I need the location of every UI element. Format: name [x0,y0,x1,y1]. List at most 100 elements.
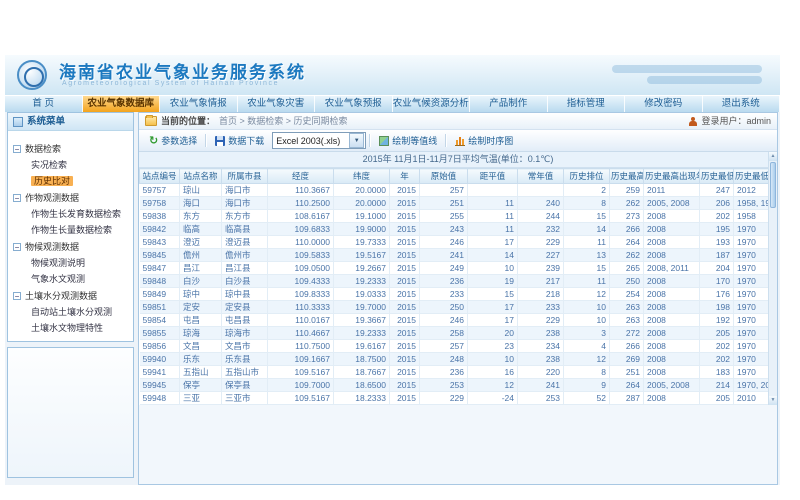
column-header[interactable]: 距平值 [468,169,518,184]
cell: 10 [564,301,610,314]
column-header[interactable]: 纬度 [334,169,390,184]
column-header[interactable]: 历史最低 [700,169,734,184]
table-row[interactable]: 59940乐东乐东县109.166718.7500201524810238122… [140,353,771,366]
nav-item-7[interactable]: 产品制作 [470,96,548,112]
collapse-icon[interactable]: − [13,292,21,300]
table-row[interactable]: 59845儋州儋州市109.583319.5167201524114227132… [140,249,771,262]
table-row[interactable]: 59945保亭保亭县109.700018.6500201525312241926… [140,379,771,392]
cell: 万宁 [180,405,222,406]
cell: 2008 [644,301,700,314]
cell: 233 [518,301,564,314]
column-header[interactable]: 常年值 [518,169,564,184]
cell: 263 [610,301,644,314]
nav-item-6[interactable]: 农业气候资源分析 [393,96,471,112]
download-format-select[interactable]: Excel 2003(.xls) ▼ [272,132,366,149]
cell: 1970 [734,340,771,353]
collapse-icon[interactable]: − [13,243,21,251]
tree-group[interactable]: −数据检索 [13,142,130,155]
cell: 万宁市 [222,405,268,406]
table-row[interactable]: 59848白沙白沙县109.433319.2333201523619217112… [140,275,771,288]
column-header[interactable]: 历史排位 [564,169,610,184]
cell: 257 [420,184,468,197]
scroll-down-icon[interactable]: ▼ [769,396,777,405]
table-row[interactable]: 59854屯昌屯昌县110.016719.3667201524617229102… [140,314,771,327]
table-row[interactable]: 59941五指山五指山市109.516718.76672015236162208… [140,366,771,379]
table-row[interactable]: 59856文昌文昌市110.750019.6167201525723234426… [140,340,771,353]
cell: 东方市 [222,210,268,223]
cell: 59849 [140,288,180,301]
tree-group[interactable]: −土壤水分观测数据 [13,289,130,302]
column-header[interactable]: 经度 [268,169,334,184]
cell: 12 [564,288,610,301]
tree-item[interactable]: 自动站土壤水分观测 [31,305,130,318]
cell: 59951 [140,405,180,406]
nav-item-8[interactable]: 指标管理 [548,96,626,112]
cell: 59843 [140,236,180,249]
tree-group[interactable]: −作物观测数据 [13,191,130,204]
column-header[interactable]: 历史最低出现年份 [734,169,771,184]
table-row[interactable]: 59855琼海琼海市110.466719.2333201525820238327… [140,327,771,340]
nav-item-9[interactable]: 修改密码 [625,96,703,112]
scrollbar-thumb[interactable] [770,162,776,208]
toolbar-separator [205,134,207,147]
column-header[interactable]: 历史最高出现年份 [644,169,700,184]
cell: 246 [420,314,468,327]
cell: 2008 [644,210,700,223]
cell: 18.7500 [334,353,390,366]
chevron-down-icon[interactable]: ▼ [349,133,364,148]
data-download-button[interactable]: 数据下载 [210,132,269,149]
table-row[interactable]: 59838东方东方市108.616719.1000201525511244152… [140,210,771,223]
collapse-icon[interactable]: − [13,194,21,202]
column-header[interactable]: 所属市县 [222,169,268,184]
cell: 259 [610,184,644,197]
table-row[interactable]: 59758海口海口市110.250020.0000201525111240826… [140,197,771,210]
table-row[interactable]: 59847昌江昌江县109.050019.2667201524910239152… [140,262,771,275]
scroll-up-icon[interactable]: ▲ [769,152,777,161]
cell: 59948 [140,392,180,405]
nav-item-10[interactable]: 退出系统 [703,96,781,112]
nav-item-5[interactable]: 农业气象预报 [315,96,393,112]
cell: 15 [564,262,610,275]
column-header[interactable]: 站点编号 [140,169,180,184]
column-header[interactable]: 历史最高 [610,169,644,184]
cell: 18.6500 [334,379,390,392]
table-row[interactable]: 59948三亚三亚市109.516718.23332015229-2425352… [140,392,771,405]
cell: 17 [468,301,518,314]
column-header[interactable]: 年 [390,169,420,184]
draw-contour-button[interactable]: 绘制等值线 [374,132,442,149]
cell: 2015 [390,197,420,210]
timeseries-chart-icon [455,135,465,146]
tree-item[interactable]: 气象水文观测 [31,272,130,285]
column-header[interactable]: 站点名称 [180,169,222,184]
table-row[interactable]: 59842临高临高县109.683319.9000201524311232142… [140,223,771,236]
cell: 15 [564,210,610,223]
param-select-button[interactable]: ↻ 参数选择 [144,132,202,149]
nav-item-1[interactable]: 首 页 [5,96,83,112]
sidebar-tree: −数据检索实况检索历史比对 −作物观测数据作物生长发育数据检索作物生长量数据检索 −… [8,131,133,344]
nav-item-2[interactable]: 农业气象数据库 [83,96,161,112]
tree-group[interactable]: −物候观测数据 [13,240,130,253]
login-user: 登录用户：admin [689,113,771,129]
tree-item[interactable]: 作物生长发育数据检索 [31,207,130,220]
cell: 11 [564,275,610,288]
tree-item[interactable]: 作物生长量数据检索 [31,223,130,236]
nav-item-3[interactable]: 农业气象情报 [160,96,238,112]
table-row[interactable]: 59951万宁万宁市110.366718.8000201525613243927… [140,405,771,406]
tree-item[interactable]: 土壤水文物理特性 [31,321,130,334]
draw-timeseries-button[interactable]: 绘制时序图 [450,132,518,149]
nav-item-4[interactable]: 农业气象灾害 [238,96,316,112]
tree-item[interactable]: 实况检索 [31,158,130,171]
cell: 2015 [390,288,420,301]
table-row[interactable]: 59849琼中琼中县109.833319.0333201523315218122… [140,288,771,301]
table-row[interactable]: 59851定安定安县110.333319.7000201525017233102… [140,301,771,314]
tree-item[interactable]: 历史比对 [31,174,130,187]
column-header[interactable]: 原始值 [420,169,468,184]
cell: 17 [468,236,518,249]
collapse-icon[interactable]: − [13,145,21,153]
tree-item[interactable]: 物候观测说明 [31,256,130,269]
cell: 19.2333 [334,327,390,340]
table-row[interactable]: 59843澄迈澄迈县110.000019.7333201524617229112… [140,236,771,249]
vertical-scrollbar[interactable]: ▲ ▼ [768,152,777,405]
table-row[interactable]: 59757琼山海口市110.366720.0000201525722592011… [140,184,771,197]
cell: 238 [518,327,564,340]
